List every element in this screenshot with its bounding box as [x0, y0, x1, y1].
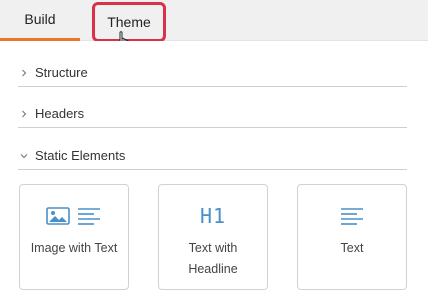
tab-build-label: Build: [24, 11, 56, 27]
tab-build[interactable]: Build: [0, 0, 80, 41]
element-card-text-with-headline[interactable]: H1 Text with Headline: [158, 184, 268, 290]
section-static-elements[interactable]: Static Elements: [18, 142, 407, 170]
image-text-icon: [20, 205, 128, 227]
chevron-right-icon: [18, 67, 30, 79]
section-structure[interactable]: Structure: [18, 59, 407, 87]
tab-bar: Build Theme: [0, 0, 428, 42]
chevron-right-icon: [18, 108, 30, 120]
element-card-label: Image with Text: [30, 241, 118, 255]
element-card-label: Text: [340, 241, 364, 255]
h1-icon: H1: [199, 204, 227, 228]
tab-theme-label: Theme: [107, 14, 151, 30]
section-label: Static Elements: [35, 148, 126, 163]
section-label: Structure: [35, 65, 88, 80]
builder-panel: Structure Headers Static Elements Image …: [0, 41, 428, 304]
element-card-label: Text with Headline: [188, 241, 238, 276]
element-card-image-with-text[interactable]: Image with Text: [19, 184, 129, 290]
element-card-text[interactable]: Text: [297, 184, 407, 290]
text-lines-icon: [298, 205, 406, 227]
section-label: Headers: [35, 106, 85, 121]
section-headers[interactable]: Headers: [18, 100, 407, 128]
chevron-down-icon: [18, 150, 30, 162]
